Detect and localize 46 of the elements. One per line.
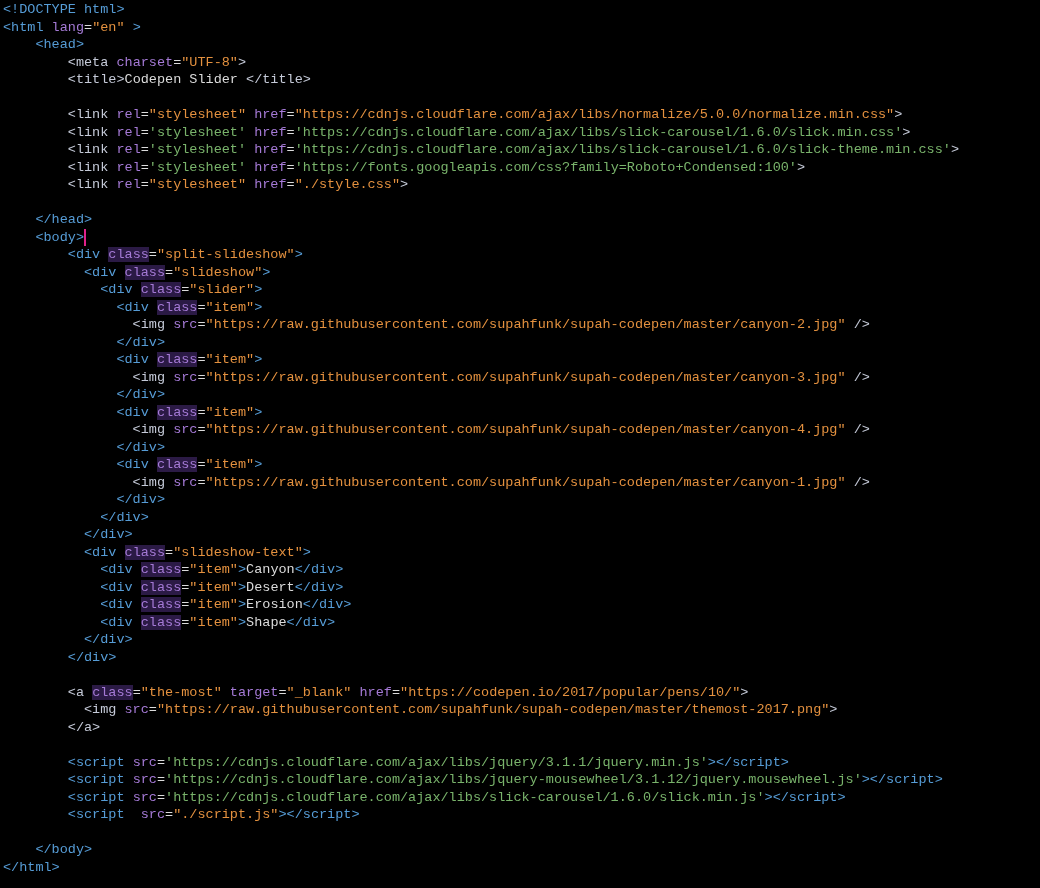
code-line: <div class="item">Desert</div> [99, 578, 344, 596]
code-line: <script src='https://cdnjs.cloudflare.com/ajax/libs/jquery/3.1.1/jquery.min.js'></script> [66, 753, 789, 771]
code-line: <meta charset="UTF-8"> [66, 53, 247, 71]
code-line: <head> [34, 36, 84, 54]
code-line: </div> [83, 631, 133, 649]
code-line: <div class="item">Shape</div> [99, 613, 336, 631]
code-line: <div class="slider"> [99, 281, 263, 299]
code-line: <div class="item"> [115, 403, 263, 421]
code-line: <a class="the-most" target="_blank" href="https://codepen.io/2017/popular/pens/10/"> [66, 683, 749, 701]
code-line: </div> [66, 648, 117, 666]
code-line: <div class="split-slideshow"> [66, 246, 303, 264]
code-line: <script src='https://cdnjs.cloudflare.com/ajax/libs/jquery-mousewheel/3.1.12/jquery.mousewheel.js'></script> [66, 771, 943, 789]
code-line: <link rel="stylesheet" href="https://cdnjs.cloudflare.com/ajax/libs/normalize/5.0.0/normalize.min.css"> [66, 106, 903, 124]
code-line: <img src="https://raw.githubusercontent.com/supahfunk/supah-codepen/master/canyon-1.jpg" /> [131, 473, 870, 491]
code-line: <div class="slideshow-text"> [83, 543, 311, 561]
code-line: </html> [3, 858, 60, 876]
code-line: <div class="item">Canyon</div> [99, 561, 344, 579]
code-line: <div class="item">Erosion</div> [99, 596, 352, 614]
code-line: <script src='https://cdnjs.cloudflare.com/ajax/libs/slick-carousel/1.6.0/slick.min.js'></script> [66, 788, 846, 806]
code-line: <div class="slideshow"> [83, 263, 271, 281]
code-line: </div> [115, 333, 166, 351]
code-line: <title>Codepen Slider </title> [66, 71, 311, 89]
code-line: <body> [34, 228, 84, 246]
code-line: <img src="https://raw.githubusercontent.com/supahfunk/supah-codepen/master/canyon-3.jpg" /> [131, 368, 870, 386]
code-line: </div> [83, 526, 133, 544]
code-line: </div> [115, 491, 166, 509]
code-line: </div> [99, 508, 149, 526]
code-line: <div class="item"> [115, 298, 263, 316]
code-line: <script src="./script.js"></script> [66, 806, 360, 824]
code-line: <img src="https://raw.githubusercontent.com/supahfunk/supah-codepen/master/canyon-4.jpg" /> [131, 421, 870, 439]
code-line: <img src="https://raw.githubusercontent.com/supahfunk/supah-codepen/master/canyon-2.jpg" /> [131, 316, 870, 334]
code-line: </a> [66, 718, 101, 736]
code-line: <link rel='stylesheet' href='https://cdnjs.cloudflare.com/ajax/libs/slick-carousel/1.6.0/slick.min.css'> [66, 123, 911, 141]
code-line: <img src="https://raw.githubusercontent.com/supahfunk/supah-codepen/master/themost-2017.png"> [83, 701, 838, 719]
code-line: <link rel="stylesheet" href="./style.css"> [66, 176, 409, 194]
code-line: <div class="item"> [115, 456, 263, 474]
code-line: </head> [34, 211, 93, 229]
code-line: <!DOCTYPE html> [3, 1, 125, 19]
code-line: <div class="item"> [115, 351, 263, 369]
text-cursor [84, 228, 86, 246]
code-line: </body> [34, 841, 93, 859]
code-line: <link rel='stylesheet' href='https://cdnjs.cloudflare.com/ajax/libs/slick-carousel/1.6.0/slick-theme.min.css'> [66, 141, 959, 159]
code-line: </div> [115, 386, 166, 404]
code-line: </div> [115, 438, 166, 456]
code-line: <html lang="en" > [3, 18, 141, 36]
code-line: <link rel='stylesheet' href='https://fonts.googleapis.com/css?family=Roboto+Condensed:100'> [66, 158, 806, 176]
